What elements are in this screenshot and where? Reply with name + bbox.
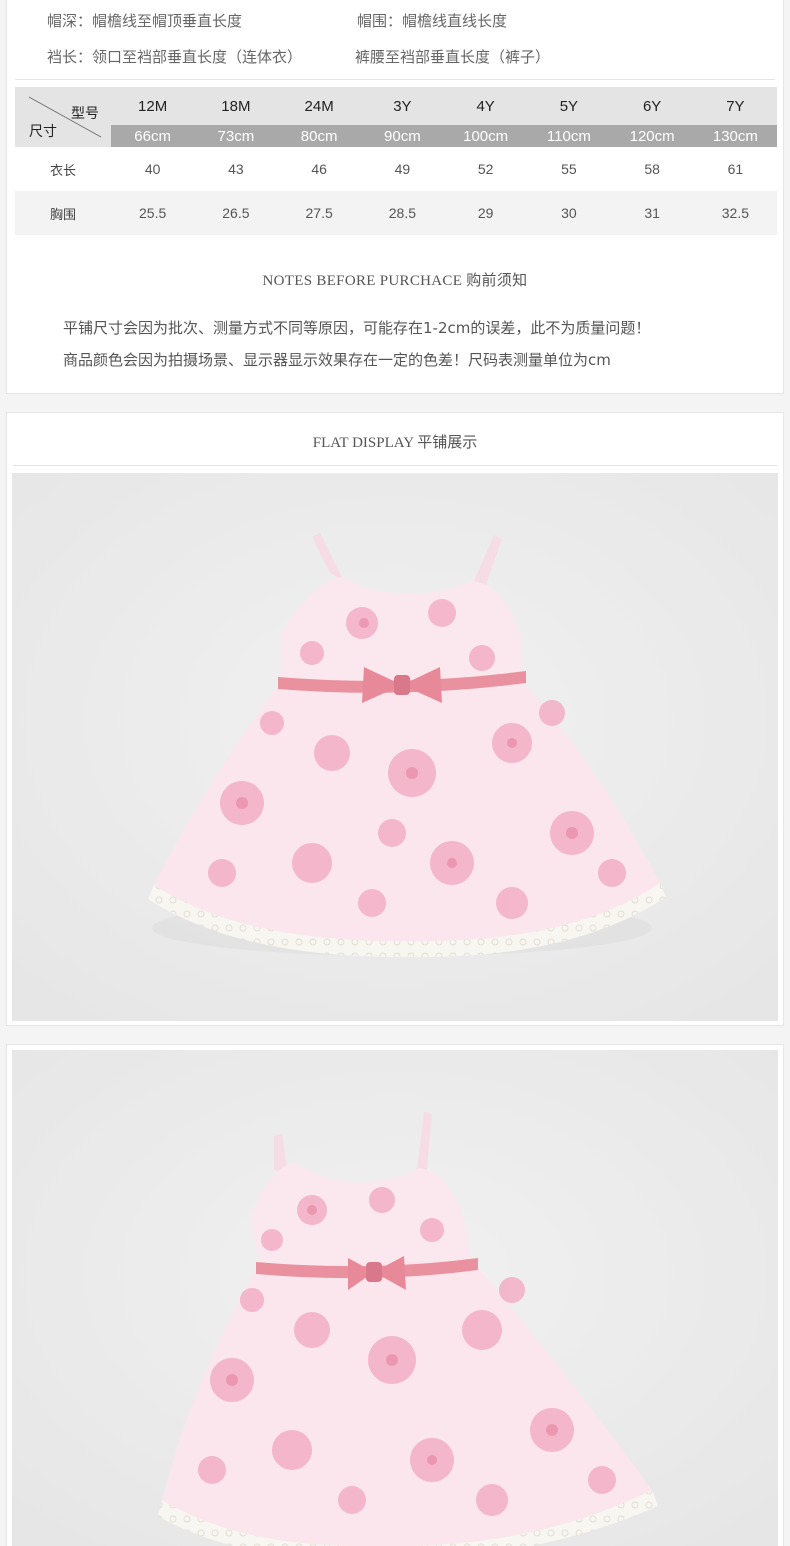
size-label: 5Y — [527, 87, 611, 125]
size-label: 6Y — [610, 87, 694, 125]
table-cell: 43 — [228, 161, 244, 177]
table-cell: 46 — [311, 161, 327, 177]
dress-illustration — [12, 473, 778, 1021]
table-cell: 25.5 — [111, 191, 195, 235]
table-cell: 32.5 — [693, 191, 777, 235]
table-corner: 型号 尺寸 — [15, 87, 111, 147]
definition-hat-circumference: 帽围：帽檐线直线长度 — [357, 12, 508, 30]
corner-size-label: 尺寸 — [29, 123, 57, 139]
flat-display-panel-2 — [6, 1044, 784, 1546]
table-cell: 31 — [610, 191, 694, 235]
height-label: 66cm — [111, 125, 195, 147]
note-line-1: 平铺尺寸会因为批次、测量方式不同等原因，可能存在1-2cm的误差，此不为质量问题… — [63, 319, 651, 337]
dress-illustration — [12, 1050, 778, 1546]
note-line-2: 商品颜色会因为拍摄场景、显示器显示效果存在一定的色差！尺码表测量单位为cm — [63, 351, 611, 369]
height-label: 80cm — [277, 125, 361, 147]
size-label: 18M — [194, 87, 278, 125]
table-cell: 30 — [527, 191, 611, 235]
height-label: 90cm — [360, 125, 444, 147]
notes-title: NOTES BEFORE PURCHACE 购前须知 — [262, 273, 528, 289]
table-cell: 58 — [644, 161, 660, 177]
size-chart-panel: 帽深：帽檐线至帽顶垂直长度 帽围：帽檐线直线长度 裆长：领口至裆部垂直长度（连体… — [6, 0, 784, 394]
definition-crotch-length: 裆长：领口至裆部垂直长度（连体衣） — [47, 48, 303, 66]
flat-display-panel: FLAT DISPLAY 平铺展示 — [6, 412, 784, 1026]
dress-photo-1 — [12, 473, 778, 1021]
measurement-definitions: 帽深：帽檐线至帽顶垂直长度 帽围：帽檐线直线长度 裆长：领口至裆部垂直长度（连体… — [47, 3, 747, 75]
height-label: 73cm — [194, 125, 278, 147]
definition-pants-crotch: 裤腰至裆部垂直长度（裤子） — [355, 48, 551, 66]
height-label: 110cm — [527, 125, 611, 147]
table-cell: 52 — [477, 161, 494, 177]
height-label: 100cm — [444, 125, 528, 147]
table-cell: 61 — [727, 161, 744, 177]
size-label: 7Y — [693, 87, 777, 125]
height-header-row: 66cm 73cm 80cm 90cm 100cm 110cm 120cm 13… — [15, 125, 777, 147]
table-cell: 49 — [394, 161, 411, 177]
size-label: 12M — [111, 87, 195, 125]
dress-photo-2 — [12, 1050, 778, 1546]
divider — [15, 79, 775, 80]
table-cell: 40 — [144, 161, 161, 177]
table-row-chest: 胸围 25.5 26.5 27.5 28.5 29 30 31 32.5 — [15, 191, 777, 235]
size-header-row: 型号 尺寸 12M 18M 24M 3Y 4Y 5Y 6Y 7Y — [15, 87, 777, 147]
table-cell: 26.5 — [194, 191, 278, 235]
table-cell: 28.5 — [360, 191, 444, 235]
definition-hat-depth: 帽深：帽檐线至帽顶垂直长度 — [47, 12, 243, 30]
table-cell: 55 — [561, 161, 577, 177]
size-table: 型号 尺寸 12M 18M 24M 3Y 4Y 5Y 6Y 7Y 66cm 73… — [15, 87, 777, 235]
table-cell: 27.5 — [277, 191, 361, 235]
size-label: 3Y — [360, 87, 444, 125]
divider — [13, 465, 777, 466]
row-name: 胸围 — [15, 191, 111, 235]
table-cell: 29 — [444, 191, 528, 235]
height-label: 120cm — [610, 125, 694, 147]
row-name: 衣长 — [49, 162, 76, 178]
size-label: 24M — [277, 87, 361, 125]
height-label: 130cm — [693, 125, 777, 147]
size-label: 4Y — [444, 87, 528, 125]
table-row-length: 衣长 40 43 46 49 52 55 58 61 — [15, 147, 777, 191]
flat-display-title: FLAT DISPLAY 平铺展示 — [312, 435, 478, 451]
corner-model-label: 型号 — [71, 105, 99, 121]
